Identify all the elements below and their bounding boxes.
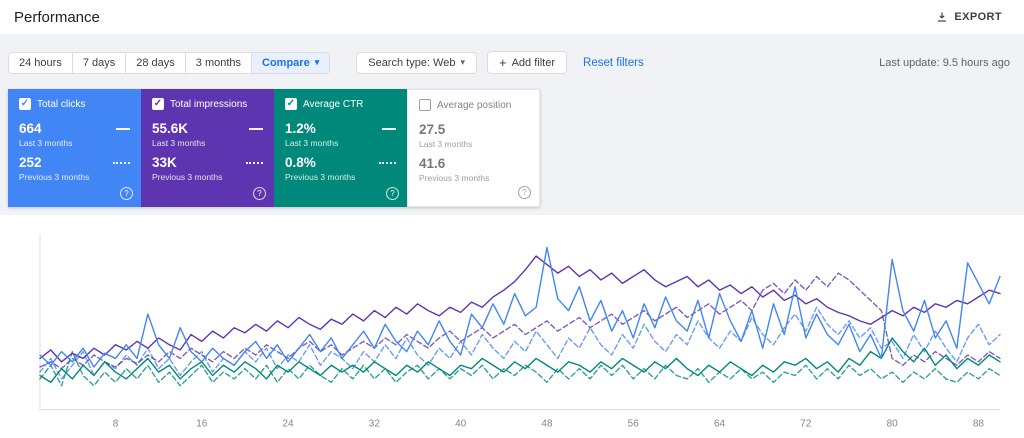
help-icon[interactable]: ? [518, 186, 531, 199]
metric-label: Average CTR [303, 98, 364, 110]
date-range-tabs: 24 hours 7 days 28 days 3 months Compare… [8, 51, 331, 74]
search-type-dropdown[interactable]: Search type: Web ▾ [356, 51, 477, 74]
checkbox-unchecked-icon[interactable]: ✓ [419, 99, 431, 111]
svg-text:72: 72 [800, 419, 812, 430]
chevron-down-icon: ▾ [314, 57, 320, 67]
add-filter-label: Add filter [511, 56, 556, 69]
tab-28-days[interactable]: 28 days [126, 52, 186, 73]
tab-24-hours[interactable]: 24 hours [9, 52, 73, 73]
svg-text:40: 40 [455, 419, 467, 430]
help-icon[interactable]: ? [120, 187, 133, 200]
metric-previous-value: 33K [152, 155, 177, 170]
metric-previous-label: Previous 3 months [419, 173, 490, 183]
help-icon[interactable]: ? [253, 187, 266, 200]
add-filter-button[interactable]: + Add filter [487, 51, 568, 74]
metric-previous-value: 252 [19, 155, 42, 170]
checkbox-checked-icon[interactable]: ✓ [285, 98, 297, 110]
svg-text:16: 16 [196, 419, 208, 430]
metric-tile-total-clicks[interactable]: ✓ Total clicks 664 Last 3 months 252 Pre… [8, 89, 141, 207]
metric-current-value: 664 [19, 121, 42, 136]
plus-icon: + [499, 55, 507, 70]
performance-page: Performance EXPORT 24 hours 7 days 28 da… [0, 0, 1024, 438]
metric-current-label: Last 3 months [19, 138, 73, 148]
chart-panel: 8 16 24 32 40 48 56 64 72 80 88 [0, 215, 1024, 438]
compare-label: Compare [262, 56, 310, 69]
export-button[interactable]: EXPORT [930, 7, 1008, 27]
svg-text:64: 64 [714, 419, 726, 430]
dashed-line-icon [379, 161, 396, 164]
metric-previous-label: Previous 3 months [152, 172, 223, 182]
metric-previous-value: 41.6 [419, 156, 446, 171]
svg-text:32: 32 [369, 419, 381, 430]
svg-text:80: 80 [887, 419, 899, 430]
checkbox-checked-icon[interactable]: ✓ [19, 98, 31, 110]
filter-toolbar: 24 hours 7 days 28 days 3 months Compare… [8, 51, 1010, 74]
svg-text:56: 56 [628, 419, 640, 430]
help-icon[interactable]: ? [386, 187, 399, 200]
metric-tiles: ✓ Total clicks 664 Last 3 months 252 Pre… [8, 89, 540, 207]
metric-label: Average position [437, 99, 512, 111]
svg-text:48: 48 [541, 419, 553, 430]
metric-label: Total clicks [37, 98, 86, 110]
svg-text:24: 24 [283, 419, 295, 430]
dashed-line-icon [113, 161, 130, 164]
download-icon [936, 11, 948, 23]
metric-current-value: 55.6K [152, 121, 189, 136]
solid-line-icon [249, 127, 263, 130]
svg-text:8: 8 [113, 419, 119, 430]
metric-current-value: 27.5 [419, 122, 446, 137]
tab-7-days[interactable]: 7 days [72, 52, 127, 73]
tab-3-months[interactable]: 3 months [185, 52, 253, 73]
solid-line-icon [116, 127, 130, 130]
page-title: Performance [14, 8, 100, 26]
top-bar: Performance EXPORT [0, 0, 1024, 34]
svg-text:88: 88 [973, 419, 985, 430]
metric-previous-value: 0.8% [285, 155, 316, 170]
metric-current-label: Last 3 months [419, 139, 473, 149]
metric-label: Total impressions [170, 98, 248, 110]
reset-filters-link[interactable]: Reset filters [583, 57, 644, 69]
checkbox-checked-icon[interactable]: ✓ [152, 98, 164, 110]
metric-tile-average-position[interactable]: ✓ Average position 27.5 Last 3 months 41… [407, 89, 540, 207]
metric-tile-average-ctr[interactable]: ✓ Average CTR 1.2% Last 3 months 0.8% Pr… [274, 89, 407, 207]
metric-previous-label: Previous 3 months [19, 172, 90, 182]
metric-current-label: Last 3 months [152, 138, 206, 148]
dashed-line-icon [246, 161, 263, 164]
export-label: EXPORT [954, 11, 1002, 23]
metric-current-label: Last 3 months [285, 138, 339, 148]
metric-previous-label: Previous 3 months [285, 172, 356, 182]
metric-tile-total-impressions[interactable]: ✓ Total impressions 55.6K Last 3 months … [141, 89, 274, 207]
solid-line-icon [382, 127, 396, 130]
compare-button[interactable]: Compare ▾ [252, 52, 330, 73]
last-update-text: Last update: 9.5 hours ago [879, 56, 1010, 69]
metric-current-value: 1.2% [285, 121, 316, 136]
search-type-label: Search type: Web [368, 56, 456, 69]
chevron-down-icon: ▾ [460, 57, 465, 67]
performance-line-chart[interactable]: 8 16 24 32 40 48 56 64 72 80 88 [14, 229, 1012, 434]
